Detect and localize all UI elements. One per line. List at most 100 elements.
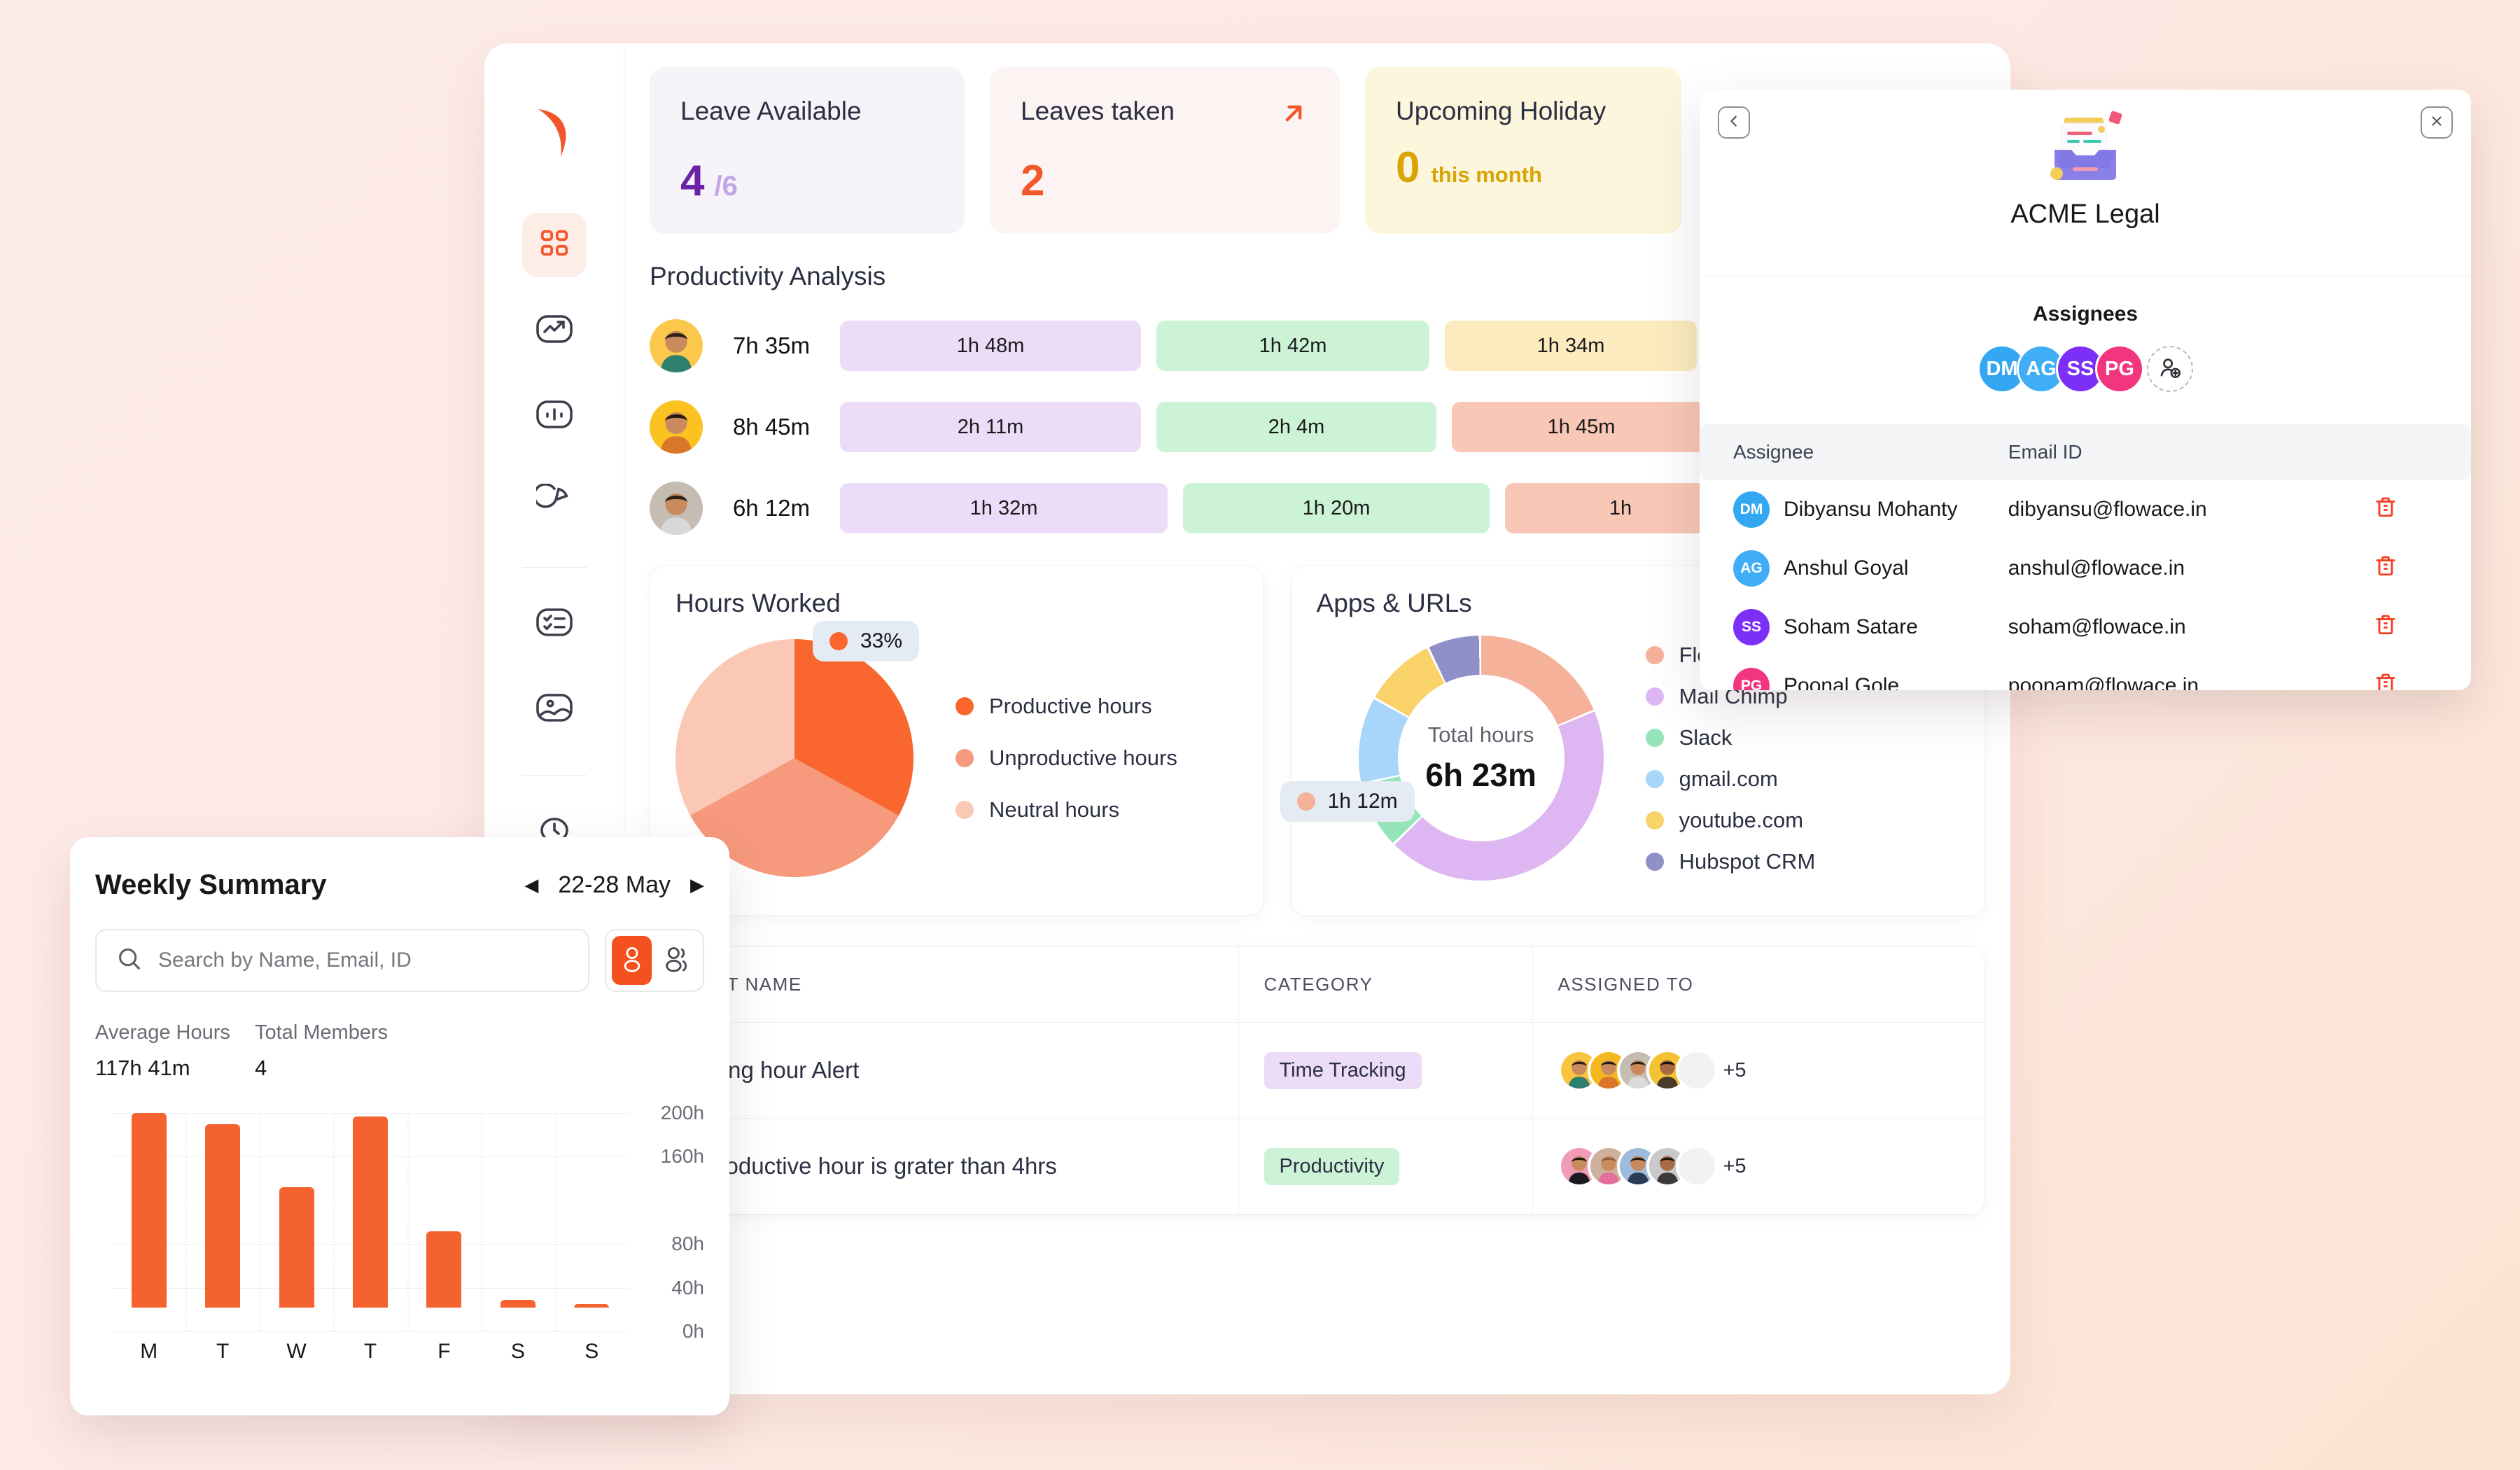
grid-icon xyxy=(538,227,570,263)
bar[interactable] xyxy=(205,1124,241,1308)
assignee-name: Anshul Goyal xyxy=(1784,556,1909,580)
sidebar-item-screenshots[interactable] xyxy=(522,677,587,741)
trash-icon[interactable] xyxy=(2373,556,2398,583)
bar[interactable] xyxy=(574,1304,610,1308)
total-hours: 8h 45m xyxy=(732,414,811,440)
group-icon xyxy=(663,945,692,976)
sidebar-item-tasks[interactable] xyxy=(522,592,587,656)
add-assignee-button[interactable] xyxy=(2147,346,2193,392)
search-input[interactable]: Search by Name, Email, ID xyxy=(95,929,589,992)
bar-column[interactable]: F xyxy=(407,1113,481,1363)
table-row[interactable]: PG Poonal Gole poonam@flowace.in xyxy=(1700,657,2471,690)
productivity-segment[interactable]: 2h 4m xyxy=(1156,402,1436,453)
column-header-actions xyxy=(2372,424,2471,480)
stat-value: 0 xyxy=(1396,144,1420,192)
assignee-avatar-chip[interactable]: PG xyxy=(2095,344,2144,393)
sidebar-divider-2 xyxy=(522,775,587,776)
apps-urls-donut-chart[interactable]: Total hours 6h 23m xyxy=(1358,636,1604,881)
next-week-button[interactable]: ▶ xyxy=(690,874,704,896)
avatar: DM xyxy=(1733,491,1770,528)
donut-tooltip: 1h 12m xyxy=(1280,781,1415,822)
prev-week-button[interactable]: ◀ xyxy=(524,874,538,896)
legend-color-dot xyxy=(1645,852,1664,871)
bar-column[interactable]: S xyxy=(481,1113,554,1363)
delete-cell xyxy=(2373,598,2471,657)
assignee-email: poonam@flowace.in xyxy=(2008,674,2199,690)
stat-value-suffix: this month xyxy=(1431,162,1542,188)
bar[interactable] xyxy=(131,1113,167,1308)
weekly-summary-panel: Weekly Summary ◀ 22-28 May ▶ Search by N… xyxy=(70,837,729,1415)
bar[interactable] xyxy=(426,1231,462,1308)
hours-worked-body: 33% Productive hours Unproductive hours Ne… xyxy=(676,618,1238,898)
modal-title: ACME Legal xyxy=(2010,200,2160,229)
bar-column[interactable]: T xyxy=(186,1113,259,1363)
delete-cell xyxy=(2373,480,2471,539)
bar-column[interactable]: M xyxy=(112,1113,186,1363)
assigned-to-cell: +5 xyxy=(1532,1022,1984,1119)
legend-color-dot xyxy=(1645,728,1664,747)
legend-label: Productive hours xyxy=(989,694,1152,719)
stat-card-leave-available[interactable]: Leave Available 4 /6 xyxy=(650,67,965,234)
tooltip-value: 1h 12m xyxy=(1327,790,1398,813)
add-user-icon xyxy=(2158,356,2182,383)
productivity-segment[interactable]: 1h 34m xyxy=(1445,321,1697,372)
alert-name-cell: Unproductive hour is grater than 4hrs xyxy=(650,1118,1238,1215)
bar[interactable] xyxy=(352,1116,388,1308)
avatar-stack[interactable]: +5 xyxy=(1558,1145,1960,1188)
table-row[interactable]: Unproductive hour is grater than 4hrs Pro… xyxy=(650,1118,1984,1215)
legend-color-dot xyxy=(1645,687,1664,706)
individual-view-button[interactable] xyxy=(612,936,652,985)
hours-worked-title: Hours Worked xyxy=(676,589,841,618)
bar[interactable] xyxy=(279,1187,314,1308)
alert-name-cell: Missing hour Alert xyxy=(650,1022,1238,1119)
search-icon xyxy=(116,946,143,976)
avatar-stack[interactable]: +5 xyxy=(1558,1049,1960,1092)
legend-item: youtube.com xyxy=(1645,808,1816,833)
stat-card-upcoming-holiday[interactable]: Upcoming Holiday 0 this month xyxy=(1365,67,1681,234)
trash-icon[interactable] xyxy=(2373,497,2398,524)
productivity-segment[interactable]: 1h 42m xyxy=(1156,321,1429,372)
trash-icon[interactable] xyxy=(2373,673,2398,690)
sidebar-item-analytics[interactable] xyxy=(522,298,587,363)
bar-column[interactable]: S xyxy=(555,1113,629,1363)
sidebar-item-reports[interactable] xyxy=(522,384,587,448)
back-button[interactable] xyxy=(1718,106,1750,139)
status-badge: Time Tracking xyxy=(1264,1051,1422,1089)
week-range-label: 22-28 May xyxy=(558,872,671,898)
assignee-cell: AG Anshul Goyal xyxy=(1700,539,2008,598)
legend-item: Slack xyxy=(1645,724,1816,750)
assignee-cell: SS Soham Satare xyxy=(1700,598,2008,657)
x-axis-tick-label: S xyxy=(584,1340,599,1363)
x-axis-tick-label: T xyxy=(363,1340,377,1363)
table-row[interactable]: DM Dibyansu Mohanty dibyansu@flowace.in xyxy=(1700,480,2471,539)
stat-value-group: 4 /6 xyxy=(680,156,934,206)
weekly-summary-bar-chart[interactable]: 200h 160h 80h 40h 0h M T W T F S S xyxy=(95,1102,704,1371)
legend-label: Unproductive hours xyxy=(989,746,1177,771)
productivity-segment[interactable]: 2h 11m xyxy=(840,402,1141,453)
person-icon xyxy=(620,945,644,976)
bar[interactable] xyxy=(500,1300,536,1308)
assignee-cell: PG Poonal Gole xyxy=(1700,657,2008,690)
close-button[interactable] xyxy=(2421,106,2453,139)
legend-label: gmail.com xyxy=(1679,766,1778,791)
table-row[interactable]: Missing hour Alert Time Tracking +5 xyxy=(650,1022,1984,1119)
inbox-tray-icon xyxy=(2043,109,2127,190)
legend-label: Slack xyxy=(1679,724,1732,750)
arrow-up-right-icon xyxy=(1278,98,1309,132)
team-view-button[interactable] xyxy=(657,936,697,985)
table-row[interactable]: SS Soham Satare soham@flowace.in xyxy=(1700,598,2471,657)
stat-title: Leave Available xyxy=(680,97,862,125)
sidebar-item-insights[interactable] xyxy=(522,469,587,533)
trash-icon[interactable] xyxy=(2373,615,2398,642)
productivity-segment[interactable]: 1h 32m xyxy=(840,483,1168,534)
bar-column[interactable]: W xyxy=(260,1113,333,1363)
weekly-summary-header: Weekly Summary ◀ 22-28 May ▶ xyxy=(95,869,704,901)
chevron-left-icon xyxy=(1726,113,1742,132)
productivity-segment[interactable]: 1h 48m xyxy=(840,321,1141,372)
productivity-segment[interactable]: 1h 20m xyxy=(1183,483,1490,534)
stat-card-leaves-taken[interactable]: Leaves taken 2 xyxy=(990,67,1340,234)
sidebar-item-dashboard[interactable] xyxy=(522,213,587,277)
table-row[interactable]: AG Anshul Goyal anshul@flowace.in xyxy=(1700,539,2471,598)
bar-column[interactable]: T xyxy=(333,1113,407,1363)
productivity-segment[interactable]: 1h 45m xyxy=(1452,402,1711,453)
